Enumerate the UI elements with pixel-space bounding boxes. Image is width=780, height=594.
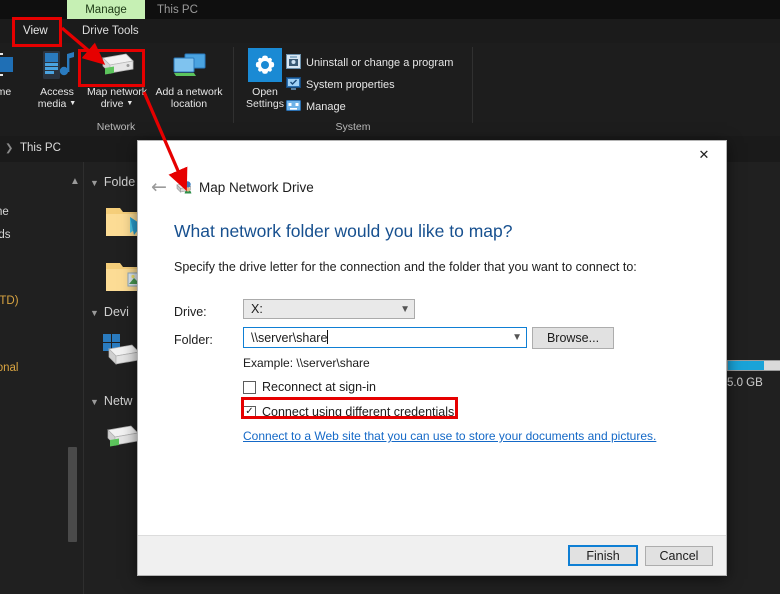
arrow-map-drive-to-dialog	[142, 91, 188, 192]
arrow-view-to-map-drive	[60, 26, 106, 65]
annotation-arrows	[60, 26, 188, 192]
screen-root: Manage This PC View Drive Tools me Acces…	[0, 0, 780, 594]
